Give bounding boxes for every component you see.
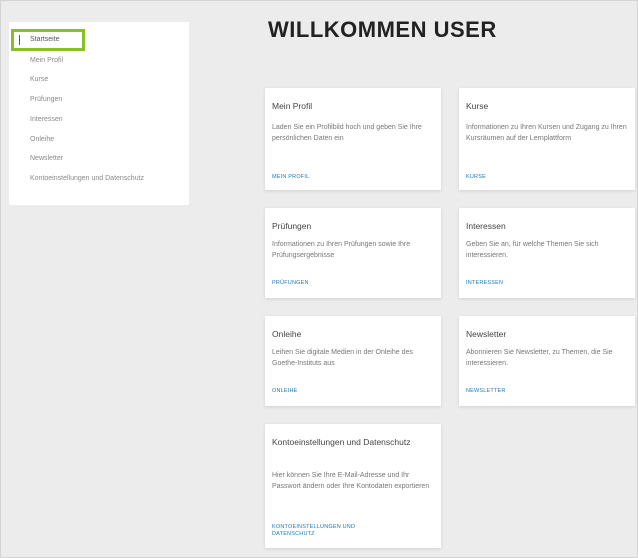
card-interessen: Interessen Geben Sie an, für welche Them… bbox=[459, 208, 635, 298]
sidebar-item-mein-profil[interactable]: Mein Profil bbox=[30, 57, 63, 64]
card-title: Newsletter bbox=[466, 329, 507, 339]
card-title: Kurse bbox=[466, 101, 489, 111]
active-indicator bbox=[19, 35, 20, 45]
card-text: Abonnieren Sie Newsletter, zu Themen, di… bbox=[466, 349, 613, 367]
card-mein-profil: Mein Profil Laden Sie ein Profilbild hoc… bbox=[265, 88, 441, 190]
sidebar-item-pruefungen[interactable]: Prüfungen bbox=[30, 96, 62, 103]
card-title: Interessen bbox=[466, 221, 506, 231]
kontoeinstellungen-link[interactable]: KONTOEINSTELLUNGEN UND DATENSCHUTZ bbox=[272, 524, 392, 538]
card-pruefungen: Prüfungen Informationen zu Ihren Prüfung… bbox=[265, 208, 441, 298]
sidebar-item-label: Startseite bbox=[30, 36, 60, 43]
card-text: Geben Sie an, für welche Themen Sie sich… bbox=[466, 241, 599, 259]
card-kontoeinstellungen: Kontoeinstellungen und Datenschutz Hier … bbox=[265, 424, 441, 548]
sidebar-item-onleihe[interactable]: Onleihe bbox=[30, 136, 54, 143]
card-onleihe: Onleihe Leihen Sie digitale Medien in de… bbox=[265, 316, 441, 406]
sidebar-nav: Startseite Mein Profil Kurse Prüfungen I… bbox=[9, 22, 189, 205]
card-text: Informationen zu Ihren Prüfungen sowie I… bbox=[272, 241, 411, 259]
card-kurse: Kurse Informationen zu Ihren Kursen und … bbox=[459, 88, 635, 190]
card-title: Mein Profil bbox=[272, 101, 313, 111]
interessen-link[interactable]: INTERESSEN bbox=[466, 280, 616, 287]
mein-profil-link[interactable]: MEIN PROFIL bbox=[272, 174, 422, 181]
card-text: Laden Sie ein Profilbild hoch und geben … bbox=[272, 124, 422, 142]
sidebar-item-newsletter[interactable]: Newsletter bbox=[30, 155, 63, 162]
card-newsletter: Newsletter Abonnieren Sie Newsletter, zu… bbox=[459, 316, 635, 406]
kurse-link[interactable]: KURSE bbox=[466, 174, 616, 181]
sidebar-item-kurse[interactable]: Kurse bbox=[30, 76, 48, 83]
card-title: Kontoeinstellungen und Datenschutz bbox=[272, 437, 411, 447]
pruefungen-link[interactable]: PRÜFUNGEN bbox=[272, 280, 422, 287]
onleihe-link[interactable]: ONLEIHE bbox=[272, 388, 422, 395]
sidebar-item-startseite[interactable]: Startseite bbox=[11, 29, 85, 51]
card-title: Onleihe bbox=[272, 329, 302, 339]
newsletter-link[interactable]: NEWSLETTER bbox=[466, 388, 616, 395]
sidebar-item-kontoeinstellungen[interactable]: Kontoeinstellungen und Datenschutz bbox=[30, 175, 144, 182]
card-text: Informationen zu Ihren Kursen und Zugang… bbox=[466, 124, 627, 142]
card-title: Prüfungen bbox=[272, 221, 312, 231]
page-title: WILLKOMMEN USER bbox=[268, 17, 497, 42]
sidebar-item-interessen[interactable]: Interessen bbox=[30, 116, 63, 123]
card-text: Leihen Sie digitale Medien in der Onleih… bbox=[272, 349, 413, 367]
card-text: Hier können Sie Ihre E-Mail-Adresse und … bbox=[272, 472, 430, 490]
